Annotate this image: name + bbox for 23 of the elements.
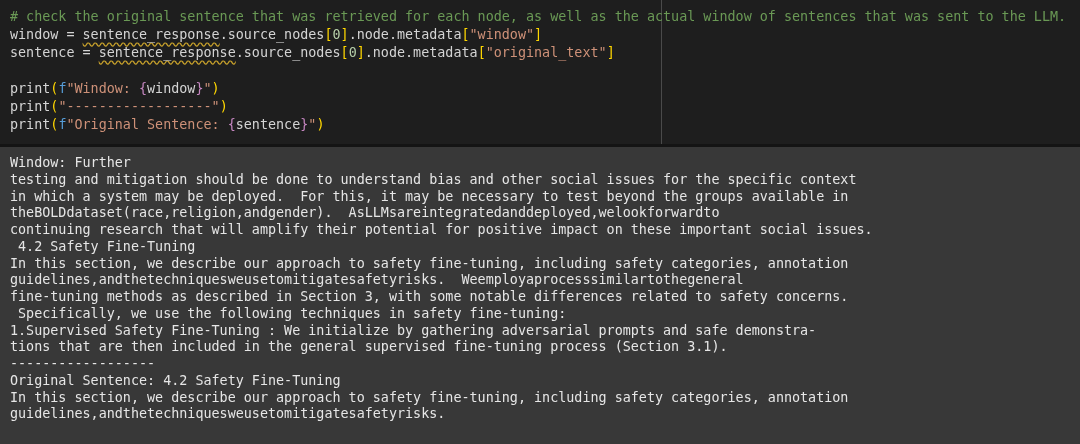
code-line: window = sentence_response.source_nodes[0].node.metadata["window"] (10, 26, 543, 44)
output-line: ------------------ (10, 356, 156, 373)
code-line: sentence = sentence_response.source_nodes[0].node.metadata["original_text"] (10, 44, 615, 62)
output-line: 4.2 Safety Fine-Tuning (17, 238, 196, 256)
output-line: tions that are then included in the general supervised fine-tuning process (Section 3.1). (10, 339, 728, 356)
output-line: In this section, we describe our approach to safety fine-tuning, including safety categories, annotation (10, 389, 849, 407)
code-line: print(f"Original Sentence: {sentence}") (10, 116, 325, 134)
output-line: fine-tuning methods as described in Section 3, with some notable differences related to safety concerns. (10, 289, 849, 306)
output-line: 1.Supervised Safety Fine-Tuning : We initialize by gathering adversarial prompts and safe demonstra- (10, 322, 817, 340)
code-line: # check the original sentence that was retrieved for each node, as well as the actual window of sentences that was sent to the LLM. (10, 8, 1067, 26)
output-line: continuing research that will amplify their potential for positive impact on these important social issues. (10, 222, 873, 239)
output-line: guidelines,andthetechniquesweusetomitigatesafetyrisks. Weemployaprocesssimilartothegeneral (10, 272, 744, 289)
code-cell[interactable] (0, 0, 1080, 147)
output-line: In this section, we describe our approach to safety fine-tuning, including safety categories, annotation (10, 255, 849, 273)
output-line: Window: Further (10, 155, 131, 172)
code-line: print("------------------") (10, 98, 228, 116)
code-line: print(f"Window: {window}") (10, 80, 220, 98)
output-line: theBOLDdataset(race,religion,andgender). AsLLMsareintegratedanddeployed,welookforwardto (10, 205, 720, 222)
output-line: Original Sentence: 4.2 Safety Fine-Tuning (10, 372, 341, 390)
output-line: in which a system may be deployed. For this, it may be necessary to test beyond the groups available in (10, 188, 849, 206)
output-line: Specifically, we use the following techniques in safety fine-tuning: (17, 305, 567, 323)
output-line: testing and mitigation should be done to understand bias and other social issues for the specific context (10, 171, 857, 189)
output-line: guidelines,andthetechniquesweusetomitigatesafetyrisks. (10, 406, 446, 423)
